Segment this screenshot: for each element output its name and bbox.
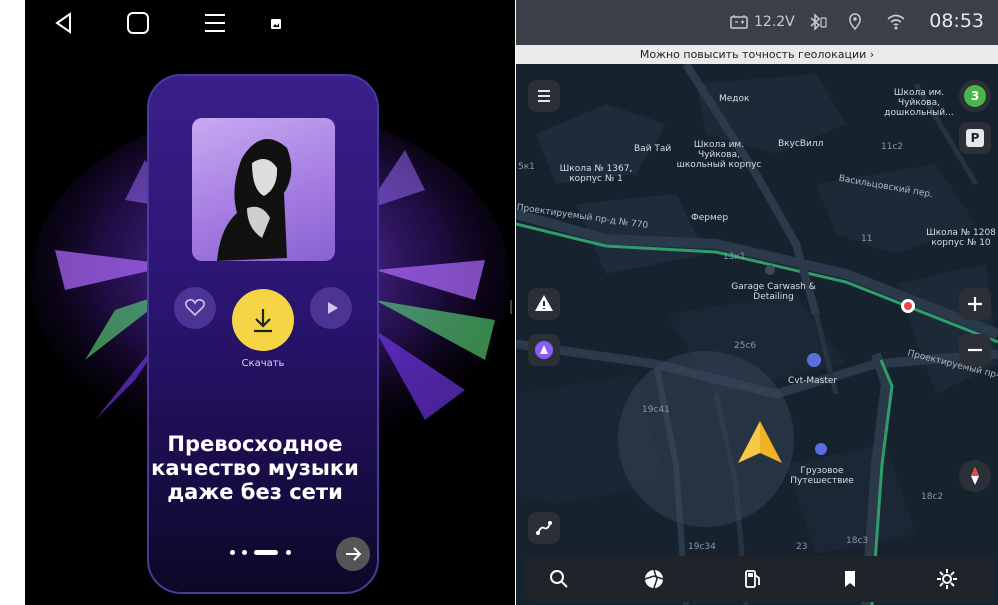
house-number: 13к1 <box>723 252 746 262</box>
geo-accuracy-banner[interactable]: Можно повысить точность геолокации › <box>516 45 998 64</box>
report-event-button[interactable] <box>528 288 560 320</box>
house-number: 19с34 <box>688 542 716 552</box>
map-poi-label[interactable]: Вай Тай <box>634 144 671 154</box>
heart-icon <box>185 299 205 317</box>
traffic-level-button[interactable]: 3 <box>959 80 991 112</box>
download-label: Скачать <box>241 358 285 369</box>
route-overview-button[interactable] <box>528 512 560 544</box>
house-number: 5к1 <box>518 162 535 172</box>
split-divider-handle[interactable] <box>510 300 512 314</box>
page-dot <box>242 550 247 555</box>
map-poi-label[interactable]: Медок <box>719 94 749 104</box>
settings-gear-icon[interactable] <box>934 566 960 592</box>
bookmarks-icon[interactable] <box>837 566 863 592</box>
album-cover-image <box>192 118 335 261</box>
hamburger-icon <box>538 90 550 102</box>
camera-aperture-icon[interactable] <box>641 566 667 592</box>
house-number: 11с2 <box>881 142 904 152</box>
alice-assistant-button[interactable] <box>528 334 560 366</box>
map-poi-label[interactable]: Школа им. Чуйкова, школьный корпус <box>674 140 764 170</box>
parking-badge: P <box>966 129 984 147</box>
map-poi-label[interactable]: Фермер <box>691 213 728 223</box>
navigation-arrow-icon <box>738 421 782 463</box>
headline-line: качество музыки <box>151 456 359 480</box>
map-poi-label[interactable]: Cvt-Master <box>788 376 837 386</box>
house-number: 11 <box>861 234 873 244</box>
map-poi-label[interactable]: Школа № 1367, корпус № 1 <box>546 164 646 184</box>
navigation-panel: 12.2V 08:53 Можно повысить точность геол… <box>516 0 998 605</box>
promo-headline: Превосходное качество музыки даже без се… <box>130 432 380 504</box>
download-button[interactable] <box>232 289 294 351</box>
map-poi-label[interactable]: Школа им. Чуйкова, дошкольный... <box>879 88 959 118</box>
bluetooth-icon <box>810 13 827 31</box>
search-icon[interactable] <box>546 566 572 592</box>
zoom-out-button[interactable] <box>959 334 991 366</box>
compass-button[interactable] <box>959 460 991 492</box>
menu-button[interactable] <box>528 80 560 112</box>
zoom-in-button[interactable] <box>959 288 991 320</box>
phone-mockup: Скачать <box>147 74 379 594</box>
parking-button[interactable]: P <box>959 122 991 154</box>
download-icon <box>254 309 272 333</box>
battery-voltage: 12.2V <box>754 14 795 30</box>
like-button[interactable] <box>174 287 216 329</box>
map-view[interactable]: Медок Школа им. Чуйкова, дошкольный... В… <box>516 64 998 605</box>
plus-icon <box>968 297 982 311</box>
location-pin-icon <box>849 13 861 31</box>
compass-icon <box>971 467 979 485</box>
play-button[interactable] <box>310 287 352 329</box>
clock-time: 08:53 <box>929 10 984 32</box>
house-number: 23 <box>796 542 808 552</box>
status-bar: 12.2V 08:53 <box>516 0 998 45</box>
map-poi-label[interactable]: Школа № 1208 корпус № 10 <box>924 228 998 248</box>
play-icon <box>328 302 338 314</box>
warning-triangle-icon <box>535 295 553 311</box>
arrow-right-icon <box>346 547 362 561</box>
traffic-badge: 3 <box>964 85 986 107</box>
map-poi-label[interactable]: Грузовое Путешествие <box>782 466 862 486</box>
headline-line: Превосходное <box>167 432 343 456</box>
system-nav-bar <box>25 0 515 45</box>
camera-marker-icon[interactable] <box>900 298 916 314</box>
back-icon[interactable] <box>53 12 75 34</box>
map-poi-label[interactable]: Garage Carwash & Detailing <box>726 282 821 302</box>
bottom-toolbar <box>526 556 996 602</box>
battery-icon <box>730 15 748 29</box>
page-dot-active <box>254 550 278 555</box>
carwash-poi-icon <box>765 265 775 275</box>
screenshot-icon[interactable] <box>270 18 282 30</box>
truck-poi-icon[interactable] <box>814 442 828 456</box>
house-number: 19с41 <box>642 405 670 415</box>
route-icon <box>536 521 552 535</box>
page-dot <box>286 550 291 555</box>
music-promo-panel: Скачать Превосходное качество музыки даж… <box>25 0 515 605</box>
alice-icon <box>535 341 553 359</box>
home-square-icon[interactable] <box>126 11 150 35</box>
page-dot <box>230 550 235 555</box>
next-button[interactable] <box>336 537 370 571</box>
house-number: 18с3 <box>846 536 869 546</box>
house-number: 25с6 <box>734 341 757 351</box>
minus-icon <box>968 348 982 352</box>
headline-line: даже без сети <box>167 480 343 504</box>
wifi-icon <box>887 14 905 30</box>
menu-lines-icon[interactable] <box>203 12 227 34</box>
map-poi-label[interactable]: ВкусВилл <box>778 139 823 149</box>
house-number: 18с2 <box>921 492 944 502</box>
autoservice-poi-icon[interactable] <box>806 352 822 368</box>
fuel-icon[interactable] <box>739 566 765 592</box>
